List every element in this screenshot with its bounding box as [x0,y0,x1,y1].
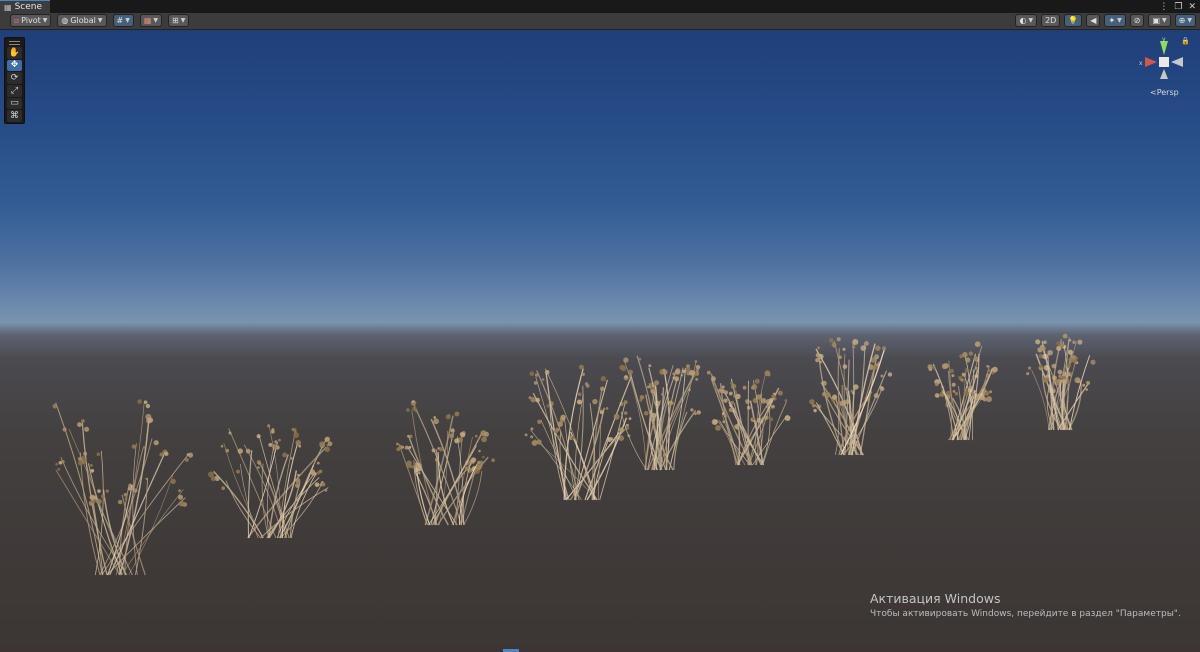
scene-viewport[interactable] [0,30,1200,652]
chevron-down-icon: ▼ [1187,16,1192,24]
watermark-title: Активация Windows [870,591,1001,606]
pivot-dropdown[interactable]: ⧄ Pivot ▼ [10,14,52,27]
chevron-down-icon: ▼ [97,16,103,24]
grass-clumps [52,333,1096,576]
camera-icon: ▣ [1152,15,1161,25]
tools-overlay: ✋ ✥ ⟳ ⤢ ▭ ⌘ [4,37,25,124]
window-controls: ⋮ ❐ ✕ [1159,0,1196,13]
increment-snap-dropdown[interactable]: ⊞ ▼ [168,14,190,27]
chevron-down-icon: ▼ [1162,16,1167,24]
gizmo-x-cone[interactable] [1145,57,1157,67]
gizmos-dropdown[interactable]: ⊕ ▼ [1174,14,1196,27]
shading-sphere-icon: ◐ [1019,15,1027,25]
pivot-label: Pivot [21,15,41,25]
close-icon[interactable]: ✕ [1188,2,1196,12]
audio-toggle[interactable]: ◀ [1086,14,1101,27]
gizmo-y-label: y [1162,36,1166,43]
draw-mode-dropdown[interactable]: ◐ ▼ [1015,14,1038,27]
lighting-toggle[interactable]: 💡 [1064,14,1083,27]
global-dropdown[interactable]: ◍ Global ▼ [57,14,107,27]
grid-snap-icon: # [116,15,124,25]
persp-text: Persp [1156,88,1179,97]
gizmo-y-cone[interactable] [1160,41,1168,55]
scene-visibility-toggle[interactable]: ⊘ [1129,14,1145,27]
tab-scene[interactable]: ▦ Scene [0,0,51,13]
effects-dropdown[interactable]: ✦ ▼ [1104,14,1126,27]
more-options-icon[interactable]: ⋮ [1159,2,1168,12]
chevron-down-icon: ▼ [1028,16,1034,24]
gizmo-x-label: x [1139,60,1143,67]
chevron-down-icon: ▼ [42,16,48,24]
effects-icon: ✦ [1108,15,1116,25]
scale-tool-icon[interactable]: ⤢ [7,84,22,97]
transform-tool-icon[interactable]: ⌘ [7,110,22,122]
chevron-down-icon: ▼ [180,16,186,24]
globe-icon: ◍ [61,15,69,25]
grid-visibility-dropdown[interactable]: # ▼ [112,14,134,27]
chevron-down-icon: ▼ [125,16,130,24]
hidden-eye-icon: ⊘ [1133,15,1141,25]
toolbar-left: ⧄ Pivot ▼ ◍ Global ▼ # ▼ ▦ ▼ ⊞ ▼ [10,14,190,27]
window-tab-bar: ▦ Scene ⋮ ❐ ✕ [0,0,1200,14]
global-label: Global [70,15,96,25]
chevron-down-icon: ▼ [153,16,159,24]
maximize-icon[interactable]: ❐ [1174,2,1182,12]
overlay-grip-icon[interactable] [9,41,20,45]
rect-tool-icon[interactable]: ▭ [7,97,22,110]
camera-settings-dropdown[interactable]: ▣ ▼ [1148,14,1171,27]
increment-snap-icon: ⊞ [172,15,179,25]
hand-tool-icon[interactable]: ✋ [7,46,22,59]
tab-scene-label: Scene [14,2,43,12]
gizmo-globe-icon: ⊕ [1178,15,1186,25]
projection-label[interactable]: <Persp [1150,88,1179,97]
pivot-icon: ⧄ [14,15,20,25]
toolbar-right: ◐ ▼ 2D 💡 ◀ ✦ ▼ ⊘ ▣ ▼ ⊕ ▼ [1015,14,1196,27]
speaker-icon: ◀ [1090,15,1097,25]
gizmo-center-cube[interactable] [1159,57,1169,67]
scene-toolbar: ⧄ Pivot ▼ ◍ Global ▼ # ▼ ▦ ▼ ⊞ ▼ ◐ ▼ 2D [0,13,1200,30]
gizmo-neg-y-cone[interactable] [1160,69,1168,79]
move-tool-icon[interactable]: ✥ [7,59,22,72]
persp-icon: < [1150,88,1157,97]
windows-activation-watermark: Активация Windows Чтобы активировать Win… [870,591,1181,619]
dry-grass-plants [52,333,1096,576]
grid-icon: ▦ [4,2,12,12]
toggle-2d-label: 2D [1045,15,1057,25]
gizmo-neg-x-cone[interactable] [1171,57,1183,67]
toggle-2d-button[interactable]: 2D [1041,14,1061,27]
lightbulb-icon: 💡 [1068,15,1079,25]
snap-grid-icon: ▦ [143,15,152,25]
watermark-subtitle: Чтобы активировать Windows, перейдите в … [870,609,1181,619]
chevron-down-icon: ▼ [1117,16,1122,24]
snap-increment-dropdown[interactable]: ▦ ▼ [139,14,163,27]
rotate-tool-icon[interactable]: ⟳ [7,72,22,84]
